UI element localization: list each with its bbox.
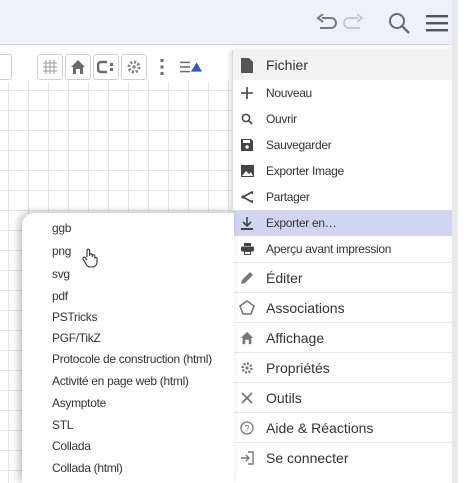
style-bar-toggle-icon[interactable] xyxy=(178,54,204,80)
menu-item-label: Partager xyxy=(266,190,310,204)
menu-item-save[interactable]: Sauvegarder xyxy=(233,132,452,158)
menu-item-label: Éditer xyxy=(266,269,303,286)
menu-item-label: Associations xyxy=(266,299,345,316)
app-header xyxy=(0,0,452,45)
export-option-construction-protocol[interactable]: Protocole de construction (html) xyxy=(52,352,212,366)
more-vertical-icon[interactable] xyxy=(149,54,175,80)
menu-item-label: Outils xyxy=(266,389,302,406)
menu-item-label: Aperçu avant impression xyxy=(266,242,392,256)
redo-icon[interactable] xyxy=(340,10,366,36)
file-icon xyxy=(239,57,255,73)
associations-icon xyxy=(239,300,255,316)
export-option-pdf[interactable]: pdf xyxy=(52,289,68,303)
tools-icon xyxy=(239,390,255,406)
svg-text:?: ? xyxy=(244,423,249,433)
export-option-asymptote[interactable]: Asymptote xyxy=(52,396,106,410)
point-capture-icon[interactable] xyxy=(93,54,119,80)
export-option-webpage-activity[interactable]: Activité en page web (html) xyxy=(52,374,189,388)
plus-icon xyxy=(239,85,255,101)
app-window: Fichier Nouveau Ouvrir Sauvegarder Expor… xyxy=(0,0,458,483)
menu-item-label: Ouvrir xyxy=(266,112,297,126)
menu-item-label: Propriétés xyxy=(266,359,330,376)
menu-item-label: Se connecter xyxy=(266,449,349,466)
undo-icon[interactable] xyxy=(314,10,340,36)
gear-icon xyxy=(239,360,255,376)
menu-item-export-as[interactable]: Exporter en… xyxy=(233,210,452,236)
menu-item-sign-in[interactable]: Se connecter xyxy=(233,442,452,472)
menu-item-edit[interactable]: Éditer xyxy=(233,262,452,292)
menu-item-help[interactable]: ? Aide & Réactions xyxy=(233,412,452,442)
menu-item-label: Sauvegarder xyxy=(266,138,332,152)
help-icon: ? xyxy=(239,420,255,436)
main-menu: Fichier Nouveau Ouvrir Sauvegarder Expor… xyxy=(232,50,452,483)
export-option-ggb[interactable]: ggb xyxy=(52,221,71,235)
style-option-partial[interactable] xyxy=(0,54,12,80)
menu-item-label: Exporter en… xyxy=(266,216,337,230)
pencil-icon xyxy=(239,270,255,286)
save-icon xyxy=(239,137,255,153)
export-option-png[interactable]: png xyxy=(52,244,71,258)
menu-item-tools[interactable]: Outils xyxy=(233,382,452,412)
menu-item-label: Exporter Image xyxy=(266,164,344,178)
home-icon xyxy=(239,330,255,346)
settings-icon[interactable] xyxy=(121,54,147,80)
menu-item-open[interactable]: Ouvrir xyxy=(233,106,452,132)
menu-item-new[interactable]: Nouveau xyxy=(233,80,452,106)
export-option-pstricks[interactable]: PSTricks xyxy=(52,310,97,324)
hamburger-menu-icon[interactable] xyxy=(424,10,450,36)
menu-item-associations[interactable]: Associations xyxy=(233,292,452,322)
share-icon xyxy=(239,189,255,205)
image-icon xyxy=(239,163,255,179)
home-icon[interactable] xyxy=(65,54,91,80)
menu-file-label: Fichier xyxy=(266,57,309,73)
menu-item-label: Nouveau xyxy=(266,86,312,100)
export-option-svg[interactable]: svg xyxy=(52,267,70,281)
export-submenu: ggb png svg pdf PSTricks PGF/TikZ Protoc… xyxy=(22,213,234,483)
grid-icon[interactable] xyxy=(37,54,63,80)
menu-file-header[interactable]: Fichier xyxy=(233,50,452,80)
menu-item-share[interactable]: Partager xyxy=(233,184,452,210)
graphics-style-bar xyxy=(0,54,232,82)
hand-cursor-icon xyxy=(82,248,98,273)
print-icon xyxy=(239,241,255,257)
sign-in-icon xyxy=(239,450,255,466)
export-option-collada-html[interactable]: Collada (html) xyxy=(52,461,123,475)
download-icon xyxy=(239,215,255,231)
menu-item-view[interactable]: Affichage xyxy=(233,322,452,352)
export-option-pgf-tikz[interactable]: PGF/TikZ xyxy=(52,331,101,345)
menu-item-print-preview[interactable]: Aperçu avant impression xyxy=(233,236,452,262)
menu-item-properties[interactable]: Propriétés xyxy=(233,352,452,382)
menu-item-label: Aide & Réactions xyxy=(266,419,374,436)
menu-item-label: Affichage xyxy=(266,329,325,346)
export-option-stl[interactable]: STL xyxy=(52,418,73,432)
search-icon[interactable] xyxy=(386,10,412,36)
search-icon xyxy=(239,111,255,127)
export-option-collada[interactable]: Collada xyxy=(52,439,91,453)
menu-item-export-image[interactable]: Exporter Image xyxy=(233,158,452,184)
